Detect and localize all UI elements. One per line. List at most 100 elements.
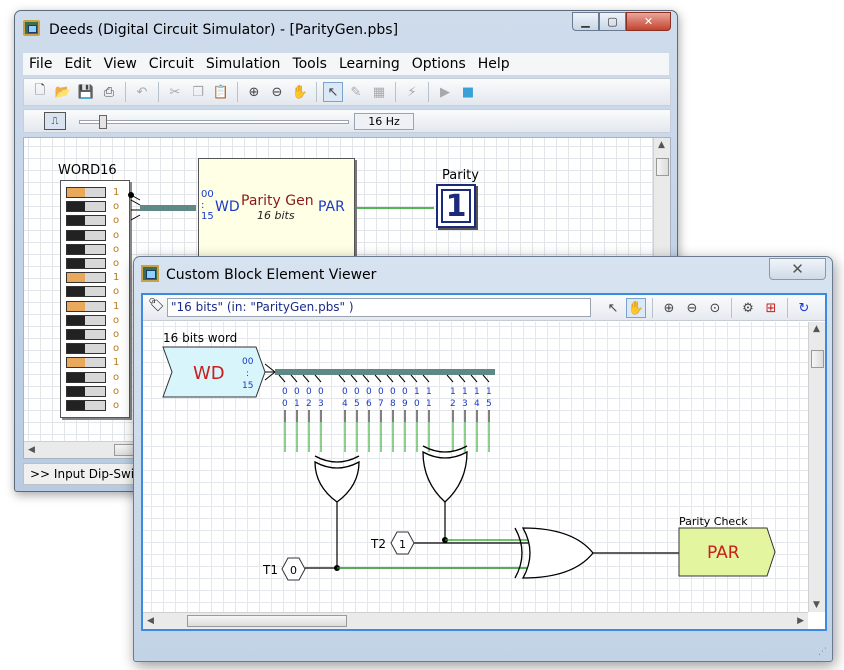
zoom-in-icon[interactable]: ⊕	[244, 82, 264, 102]
menu-learning[interactable]: Learning	[333, 56, 406, 72]
input-bus-top: 00	[242, 357, 254, 367]
bit-label-ones: 0	[282, 399, 288, 409]
bit-label-tens: 0	[294, 387, 300, 397]
viewer-tools: ↖ ✋ ⊕ ⊖ ⊙ ⚙ ⊞ ↻	[603, 298, 814, 318]
menu-help[interactable]: Help	[472, 56, 516, 72]
t1-value: 0	[290, 564, 297, 577]
bit-tap	[338, 374, 346, 383]
scroll-up-icon[interactable]: ▲	[658, 140, 665, 150]
maximize-button[interactable]: ▢	[599, 12, 626, 31]
bit-label-tens: 0	[306, 387, 312, 397]
input-bus-bottom: 15	[242, 381, 253, 391]
toolbar-separator	[428, 82, 429, 102]
menu-file[interactable]: File	[23, 56, 58, 72]
xor-gate-left	[314, 460, 360, 503]
print-icon[interactable]: ⎙	[99, 82, 119, 102]
input-block-label: 16 bits word	[163, 331, 237, 345]
menu-simulation[interactable]: Simulation	[200, 56, 287, 72]
viewer-panel: 🏷 "16 bits" (in: "ParityGen.pbs" ) ↖ ✋ ⊕…	[141, 293, 827, 631]
components-icon[interactable]: ▦	[369, 82, 389, 102]
bit-tap	[446, 374, 454, 383]
menu-options[interactable]: Options	[406, 56, 472, 72]
open-folder-icon[interactable]: 📂	[53, 82, 73, 102]
menu-circuit[interactable]: Circuit	[143, 56, 200, 72]
vertical-scroll-thumb[interactable]	[811, 350, 824, 368]
undo-icon[interactable]: ↶	[132, 82, 152, 102]
stop-icon[interactable]: ■	[458, 82, 478, 102]
block-name: Parity Gen	[241, 193, 314, 209]
slider-thumb[interactable]	[99, 115, 107, 129]
t2-label: T2	[370, 537, 386, 551]
viewer-horizontal-scrollbar[interactable]: ◀ ▶	[143, 612, 808, 629]
scroll-down-icon[interactable]: ▼	[813, 600, 820, 610]
bit-label-ones: 2	[306, 399, 312, 409]
t2-value: 1	[399, 538, 406, 551]
menu-edit[interactable]: Edit	[58, 56, 97, 72]
viewer-title: Custom Block Element Viewer	[166, 267, 377, 283]
vertical-scroll-thumb[interactable]	[656, 158, 669, 176]
zoom-out-icon[interactable]: ⊖	[682, 298, 702, 318]
zoom-in-icon[interactable]: ⊕	[659, 298, 679, 318]
close-button[interactable]: ✕	[626, 12, 671, 31]
cut-icon[interactable]: ✂	[165, 82, 185, 102]
resize-grip-icon[interactable]: ⋰	[818, 647, 830, 659]
pan-hand-icon[interactable]: ✋	[290, 82, 310, 102]
save-icon[interactable]: 💾	[76, 82, 96, 102]
bit-tap	[422, 374, 430, 383]
bit-label-ones: 8	[390, 399, 396, 409]
wire-pen-icon[interactable]: ✎	[346, 82, 366, 102]
bit-label-ones: 4	[474, 399, 480, 409]
component-info-icon[interactable]: ⚙	[738, 298, 758, 318]
clock-toggle-button[interactable]: ⎍	[44, 112, 66, 130]
bit-label-ones: 1	[294, 399, 300, 409]
clock-frequency-slider[interactable]	[79, 120, 349, 124]
bit-tap	[362, 374, 370, 383]
bus-range-top: 00	[201, 189, 214, 200]
zoom-out-icon[interactable]: ⊖	[267, 82, 287, 102]
paste-icon[interactable]: 📋	[211, 82, 231, 102]
main-titlebar[interactable]: Deeds (Digital Circuit Simulator) - [Par…	[15, 11, 677, 41]
scroll-left-icon[interactable]: ◀	[28, 445, 35, 455]
bit-tap	[410, 374, 418, 383]
block-subtitle: 16 bits	[257, 209, 295, 222]
copy-icon[interactable]: ❐	[188, 82, 208, 102]
parity-gen-block[interactable]: 00 : 15 WD Parity Gen 16 bits PAR	[198, 158, 355, 257]
bit-tap	[302, 374, 310, 383]
viewer-close-button[interactable]: ✕	[769, 258, 826, 280]
bit-tap	[350, 374, 358, 383]
new-file-icon[interactable]: 🗋	[30, 82, 50, 102]
zoom-fit-icon[interactable]: ⊙	[705, 298, 725, 318]
block-output-port: PAR	[318, 199, 345, 215]
logic-gates	[305, 445, 679, 579]
bit-label-tens: 0	[342, 387, 348, 397]
custom-block-viewer-window: Custom Block Element Viewer ✕ 🏷 "16 bits…	[133, 256, 833, 662]
play-icon[interactable]: ▶	[435, 82, 455, 102]
scroll-up-icon[interactable]: ▲	[813, 324, 820, 334]
bit-tap	[458, 374, 466, 383]
bus-range-sep: :	[201, 200, 205, 211]
bit-tap	[374, 374, 382, 383]
scroll-right-icon[interactable]: ▶	[797, 616, 804, 626]
horizontal-scroll-thumb[interactable]	[187, 615, 347, 627]
refresh-icon[interactable]: ↻	[794, 298, 814, 318]
app-icon	[23, 20, 40, 36]
hierarchy-icon[interactable]: ⊞	[761, 298, 781, 318]
select-pointer-icon[interactable]: ↖	[323, 82, 343, 102]
probe-icon[interactable]: ⚡	[402, 82, 422, 102]
bus-tap	[130, 214, 141, 221]
parity-output-value: 1	[441, 189, 471, 224]
bit-label-ones: 4	[342, 399, 348, 409]
menu-tools[interactable]: Tools	[286, 56, 333, 72]
input-bus-sep: :	[246, 369, 249, 379]
bit-label-tens: 0	[366, 387, 372, 397]
select-pointer-icon[interactable]: ↖	[603, 298, 623, 318]
viewer-vertical-scrollbar[interactable]: ▲ ▼	[808, 322, 825, 612]
bus-range: 00 : 15	[201, 189, 214, 222]
scroll-left-icon[interactable]: ◀	[147, 616, 154, 626]
pan-hand-icon[interactable]: ✋	[626, 298, 646, 318]
bit-label-tens: 1	[486, 387, 492, 397]
viewer-canvas[interactable]: 16 bits word WD 00 : 15 0001020304050607…	[143, 322, 808, 612]
bit-taps: 00010203040506070809101112131415	[278, 374, 492, 452]
minimize-button[interactable]: ▁	[572, 12, 599, 31]
menu-view[interactable]: View	[98, 56, 143, 72]
